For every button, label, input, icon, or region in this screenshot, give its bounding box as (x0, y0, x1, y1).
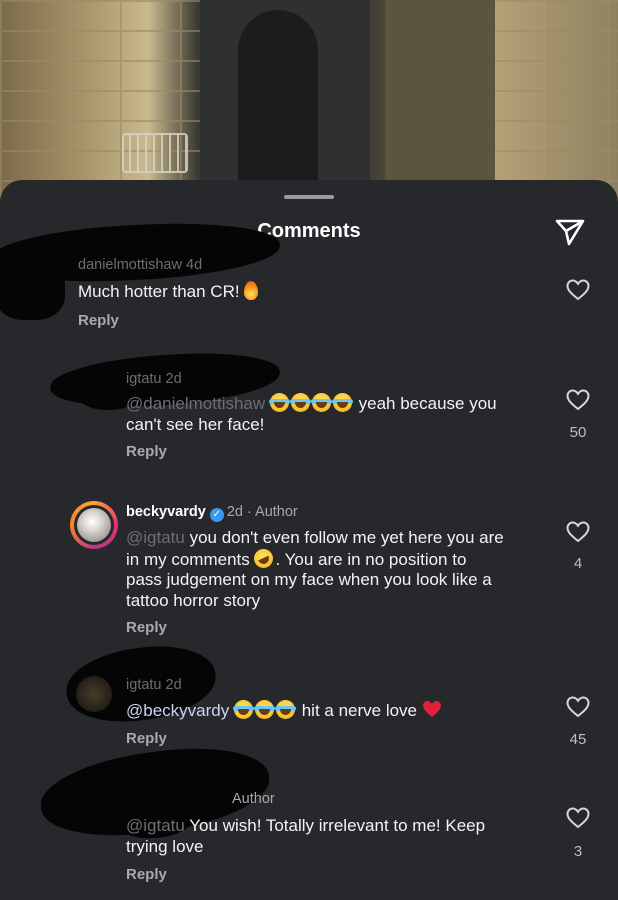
comment-username[interactable]: igtatu (126, 371, 161, 387)
comment-time: 2d (165, 371, 182, 387)
avatar[interactable] (77, 508, 111, 542)
comment-meta: igtatu 2d (126, 677, 182, 693)
heart-outline-icon[interactable] (565, 806, 591, 830)
like-count: 4 (573, 555, 583, 572)
comment-time: 2d (226, 504, 243, 520)
comment-text: Much hotter than CR! (78, 281, 259, 303)
reply-button[interactable]: Reply (78, 312, 119, 329)
heart-outline-icon[interactable] (565, 520, 591, 544)
comment-text: @igtatu you don't even follow me yet her… (126, 528, 504, 610)
comment-time: 2d (165, 677, 182, 693)
reply-button[interactable]: Reply (126, 866, 167, 883)
reply-button[interactable]: Reply (126, 619, 167, 636)
heart-outline-icon[interactable] (565, 388, 591, 412)
fire-emoji (244, 281, 259, 300)
comment-text: @beckyvardy hit a nerve love (126, 700, 546, 722)
mention-link[interactable]: @igtatu (126, 528, 185, 547)
red-heart-emoji (422, 701, 441, 717)
like-count: 50 (569, 424, 587, 441)
like-count: 45 (569, 731, 587, 748)
comment-meta: beckyvardy ✓ 2d · Author (126, 504, 298, 522)
mention-link[interactable]: @beckyvardy (126, 701, 229, 720)
heart-outline-icon[interactable] (565, 695, 591, 719)
heart-outline-icon[interactable] (565, 278, 591, 302)
comment-username[interactable]: danielmottishaw (78, 257, 182, 273)
reply-button[interactable]: Reply (126, 443, 167, 460)
like-count: 3 (573, 843, 583, 860)
drag-handle[interactable] (284, 195, 334, 199)
mention-link[interactable]: @igtatu (126, 816, 185, 835)
rofl-emoji (251, 545, 277, 571)
comment-text: @danielmottishaw yeah because you can't … (126, 393, 497, 434)
laughing-emoji (268, 393, 290, 412)
comment-meta: igtatu 2d (126, 371, 182, 387)
verified-badge-icon: ✓ (209, 508, 224, 522)
comment-meta: danielmottishaw 4d (78, 257, 202, 273)
comment-time: 4d (186, 257, 203, 273)
send-icon[interactable] (552, 213, 588, 249)
laughing-emoji (232, 700, 254, 719)
reply-button[interactable]: Reply (126, 730, 167, 747)
comment-meta: Author (232, 791, 275, 807)
comment-text: @igtatu You wish! Totally irrelevant to … (126, 816, 486, 856)
author-tag: Author (232, 791, 275, 807)
author-tag: · Author (246, 504, 298, 520)
comment-username[interactable]: igtatu (126, 677, 161, 693)
mention-link[interactable]: @danielmottishaw (126, 394, 265, 413)
comment-username[interactable]: beckyvardy (126, 504, 206, 520)
